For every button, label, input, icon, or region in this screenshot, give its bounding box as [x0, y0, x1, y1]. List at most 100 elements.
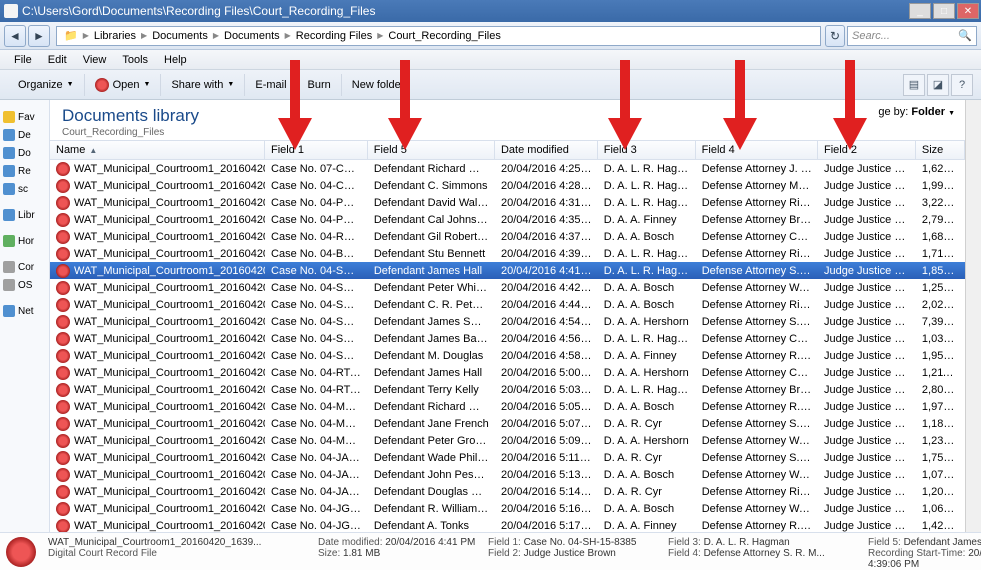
cell-field4: Defense Attorney Bruce Ro... — [696, 384, 818, 396]
cell-field2: Judge Justice Wingr... — [818, 452, 916, 464]
crumb[interactable]: Documents — [221, 30, 283, 42]
help-button[interactable]: ? — [951, 74, 973, 96]
table-row[interactable]: WAT_Municipal_Courtroom1_20160420_170736… — [50, 432, 965, 449]
sidebar-item[interactable]: sc — [0, 180, 49, 198]
table-row[interactable]: WAT_Municipal_Courtroom1_20160420_163518… — [50, 228, 965, 245]
cell-name: WAT_Municipal_Courtroom1_20160420_162834… — [50, 196, 265, 210]
sidebar-item[interactable]: Fav — [0, 108, 49, 126]
sidebar-item-label: Hor — [18, 236, 34, 247]
cell-field2: Judge Justice Brown — [818, 197, 916, 209]
sidebar-item[interactable]: OS — [0, 276, 49, 294]
open-button[interactable]: Open ▼ — [85, 74, 162, 96]
dcr-file-icon — [56, 315, 70, 329]
table-row[interactable]: WAT_Municipal_Courtroom1_20160420_170004… — [50, 381, 965, 398]
search-input[interactable]: Searc... 🔍 — [847, 26, 977, 46]
email-button[interactable]: E-mail — [245, 74, 297, 96]
maximize-button[interactable]: □ — [933, 3, 955, 19]
crumb[interactable]: Libraries — [91, 30, 139, 42]
table-row[interactable]: WAT_Municipal_Courtroom1_20160420_171440… — [50, 500, 965, 517]
table-row[interactable]: WAT_Municipal_Courtroom1_20160420_165447… — [50, 330, 965, 347]
table-row[interactable]: WAT_Municipal_Courtroom1_20160420_163152… — [50, 211, 965, 228]
table-row[interactable]: WAT_Municipal_Courtroom1_20160420_170914… — [50, 449, 965, 466]
column-header[interactable]: Field 3 — [598, 141, 696, 159]
cell-size: 1,231 KB — [916, 435, 965, 447]
breadcrumb[interactable]: 📁▶Libraries▶Documents▶Documents▶Recordin… — [56, 26, 821, 46]
back-button[interactable]: ◄ — [4, 25, 26, 47]
close-button[interactable]: ✕ — [957, 3, 979, 19]
cell-date: 20/04/2016 4:35 PM — [495, 214, 598, 226]
column-header[interactable]: Size — [916, 141, 965, 159]
cell-field1: Case No. 04-SH-15-8385 — [265, 265, 368, 277]
window-title: C:\Users\Gord\Documents\Recording Files\… — [22, 4, 375, 18]
menu-help[interactable]: Help — [156, 54, 195, 66]
cell-name: WAT_Municipal_Courtroom1_20160420_170914… — [50, 451, 265, 465]
cell-size: 1,683 KB — [916, 231, 965, 243]
crumb-root[interactable]: 📁 — [61, 29, 81, 42]
sidebar-item[interactable]: Do — [0, 144, 49, 162]
crumb[interactable]: Documents — [149, 30, 211, 42]
cell-field2: Judge Justice Right — [818, 520, 916, 532]
cell-name: WAT_Municipal_Courtroom1_20160420_171608… — [50, 519, 265, 533]
view-button[interactable]: ▤ — [903, 74, 925, 96]
table-row[interactable]: WAT_Municipal_Courtroom1_20160420_170331… — [50, 398, 965, 415]
minimize-button[interactable]: _ — [909, 3, 931, 19]
cell-date: 20/04/2016 5:09 PM — [495, 435, 598, 447]
forward-button[interactable]: ► — [28, 25, 50, 47]
sidebar-item[interactable]: Hor — [0, 232, 49, 250]
refresh-button[interactable]: ↻ — [825, 25, 845, 47]
crumb[interactable]: Court_Recording_Files — [385, 30, 504, 42]
table-row[interactable]: WAT_Municipal_Courtroom1_20160420_171608… — [50, 517, 965, 532]
cell-field4: Defense Attorney Richard B... — [696, 248, 818, 260]
newfolder-button[interactable]: New folde — [342, 74, 411, 96]
cell-field3: D. A. A. Hershorn — [598, 367, 696, 379]
table-row[interactable]: WAT_Municipal_Courtroom1_20160420_162834… — [50, 194, 965, 211]
scrollbar[interactable] — [965, 100, 981, 532]
table-row[interactable]: WAT_Municipal_Courtroom1_20160420_162255… — [50, 160, 965, 177]
cell-field1: Case No. 04-SH-15-2873 — [265, 282, 368, 294]
organize-button[interactable]: Organize ▼ — [8, 74, 85, 96]
table-row[interactable]: WAT_Municipal_Courtroom1_20160420_165835… — [50, 364, 965, 381]
menu-tools[interactable]: Tools — [114, 54, 156, 66]
cell-field4: Defense Attorney Bruce Ro... — [696, 214, 818, 226]
column-header[interactable]: Field 5 — [368, 141, 495, 159]
arrange-by[interactable]: ge by: Folder ▼ — [878, 106, 955, 118]
cell-field5: Defendant James Smith — [368, 316, 495, 328]
table-row[interactable]: WAT_Municipal_Courtroom1_20160420_164446… — [50, 313, 965, 330]
share-button[interactable]: Share with ▼ — [161, 74, 245, 96]
menu-view[interactable]: View — [75, 54, 115, 66]
table-row[interactable]: WAT_Municipal_Courtroom1_20160420_163714… — [50, 245, 965, 262]
cell-size: 1,951 KB — [916, 350, 965, 362]
table-row[interactable]: WAT_Municipal_Courtroom1_20160420_171312… — [50, 483, 965, 500]
crumb[interactable]: Recording Files — [293, 30, 375, 42]
table-row[interactable]: WAT_Municipal_Courtroom1_20160420_165606… — [50, 347, 965, 364]
column-header[interactable]: Field 2 — [818, 141, 916, 159]
sidebar-item[interactable]: De — [0, 126, 49, 144]
cell-field2: Judge Justice Wingr... — [818, 367, 916, 379]
sidebar-item[interactable]: Libr — [0, 206, 49, 224]
column-header[interactable]: Name▲ — [50, 141, 265, 159]
table-row[interactable]: WAT_Municipal_Courtroom1_20160420_162519… — [50, 177, 965, 194]
cell-field5: Defendant Richard Westman — [368, 401, 495, 413]
sidebar-item[interactable]: Net — [0, 302, 49, 320]
column-header[interactable]: Date modified — [495, 141, 598, 159]
dcr-file-icon — [56, 366, 70, 380]
preview-pane-button[interactable]: ◪ — [927, 74, 949, 96]
column-header[interactable]: Field 1 — [265, 141, 368, 159]
sidebar-item[interactable]: Re — [0, 162, 49, 180]
cell-field1: Case No. 04-JA-16-1332 — [265, 486, 368, 498]
file-list[interactable]: WAT_Municipal_Courtroom1_20160420_162255… — [50, 160, 965, 532]
cell-field3: D. A. A. Bosch — [598, 231, 696, 243]
cell-date: 20/04/2016 5:07 PM — [495, 418, 598, 430]
menu-edit[interactable]: Edit — [40, 54, 75, 66]
cell-field4: Defense Attorney S. R. Mac... — [696, 452, 818, 464]
table-row[interactable]: WAT_Municipal_Courtroom1_20160420_164102… — [50, 279, 965, 296]
burn-button[interactable]: Burn — [298, 74, 342, 96]
table-row[interactable]: WAT_Municipal_Courtroom1_20160420_170557… — [50, 415, 965, 432]
column-header[interactable]: Field 4 — [696, 141, 818, 159]
menu-file[interactable]: File — [6, 54, 40, 66]
cell-size: 1,250 KB — [916, 282, 965, 294]
table-row[interactable]: WAT_Municipal_Courtroom1_20160420_164228… — [50, 296, 965, 313]
sidebar-item[interactable]: Cor — [0, 258, 49, 276]
table-row[interactable]: WAT_Municipal_Courtroom1_20160420_171154… — [50, 466, 965, 483]
table-row[interactable]: WAT_Municipal_Courtroom1_20160420_163905… — [50, 262, 965, 279]
